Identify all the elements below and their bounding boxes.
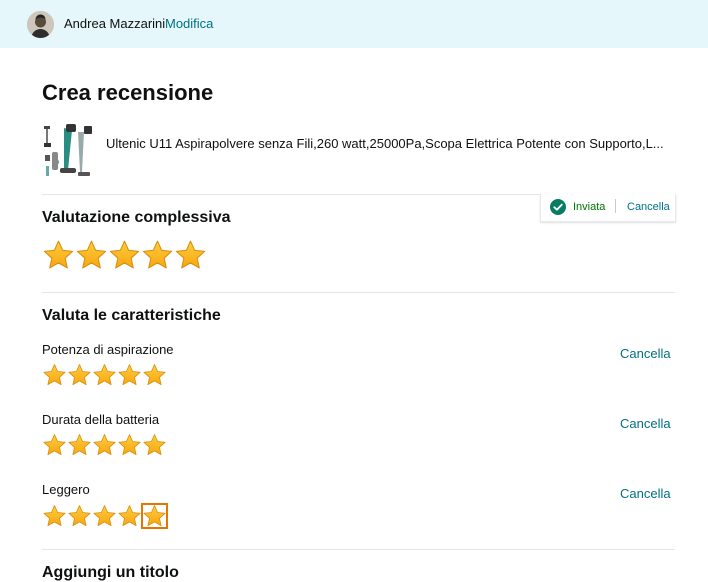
star-icon-focused[interactable] (141, 503, 168, 529)
feature-cancel-lightweight[interactable]: Cancella (620, 486, 671, 501)
star-icon[interactable] (117, 363, 142, 387)
divider (42, 292, 675, 293)
star-icon[interactable] (108, 239, 141, 271)
page-title: Crea recensione (42, 80, 214, 105)
star-icon[interactable] (75, 239, 108, 271)
star-icon[interactable] (142, 433, 167, 457)
product-title: Ultenic U11 Aspirapolvere senza Fili,260… (106, 136, 664, 151)
separator (615, 199, 616, 213)
star-icon[interactable] (42, 363, 67, 387)
feature-star-rating-suction (42, 363, 167, 387)
overall-star-rating (42, 239, 207, 271)
star-icon[interactable] (92, 504, 117, 528)
check-circle-icon (550, 199, 566, 215)
star-icon[interactable] (67, 363, 92, 387)
star-icon[interactable] (117, 504, 142, 528)
sent-status-label: Inviata (573, 201, 606, 213)
star-icon[interactable] (92, 363, 117, 387)
edit-profile-link[interactable]: Modifica (165, 16, 213, 31)
feature-star-rating-battery (42, 433, 167, 457)
feature-rating-title: Valuta le caratteristiche (42, 307, 221, 324)
feature-cancel-suction[interactable]: Cancella (620, 346, 671, 361)
star-icon[interactable] (42, 239, 75, 271)
profile-header: Andrea Mazzarini Modifica (0, 0, 708, 48)
overall-rating-title: Valutazione complessiva (42, 209, 231, 226)
overall-cancel-link[interactable]: Cancella (627, 201, 670, 213)
product-image (42, 122, 96, 182)
star-icon[interactable] (117, 433, 142, 457)
star-icon[interactable] (42, 433, 67, 457)
feature-cancel-battery[interactable]: Cancella (620, 416, 671, 431)
feature-label-battery: Durata della batteria (42, 412, 160, 427)
star-icon[interactable] (67, 433, 92, 457)
divider (42, 549, 675, 550)
feature-star-rating-lightweight (42, 503, 168, 529)
star-icon[interactable] (174, 239, 207, 271)
star-icon[interactable] (141, 239, 174, 271)
star-icon[interactable] (92, 433, 117, 457)
star-icon[interactable] (142, 363, 167, 387)
username: Andrea Mazzarini (64, 16, 166, 31)
star-icon[interactable] (42, 504, 67, 528)
submission-status: Inviata Cancella (540, 194, 676, 222)
avatar[interactable] (27, 11, 54, 38)
add-title-heading: Aggiungi un titolo (42, 564, 179, 581)
star-icon[interactable] (67, 504, 92, 528)
feature-label-lightweight: Leggero (42, 482, 90, 497)
feature-label-suction: Potenza di aspirazione (42, 342, 174, 357)
